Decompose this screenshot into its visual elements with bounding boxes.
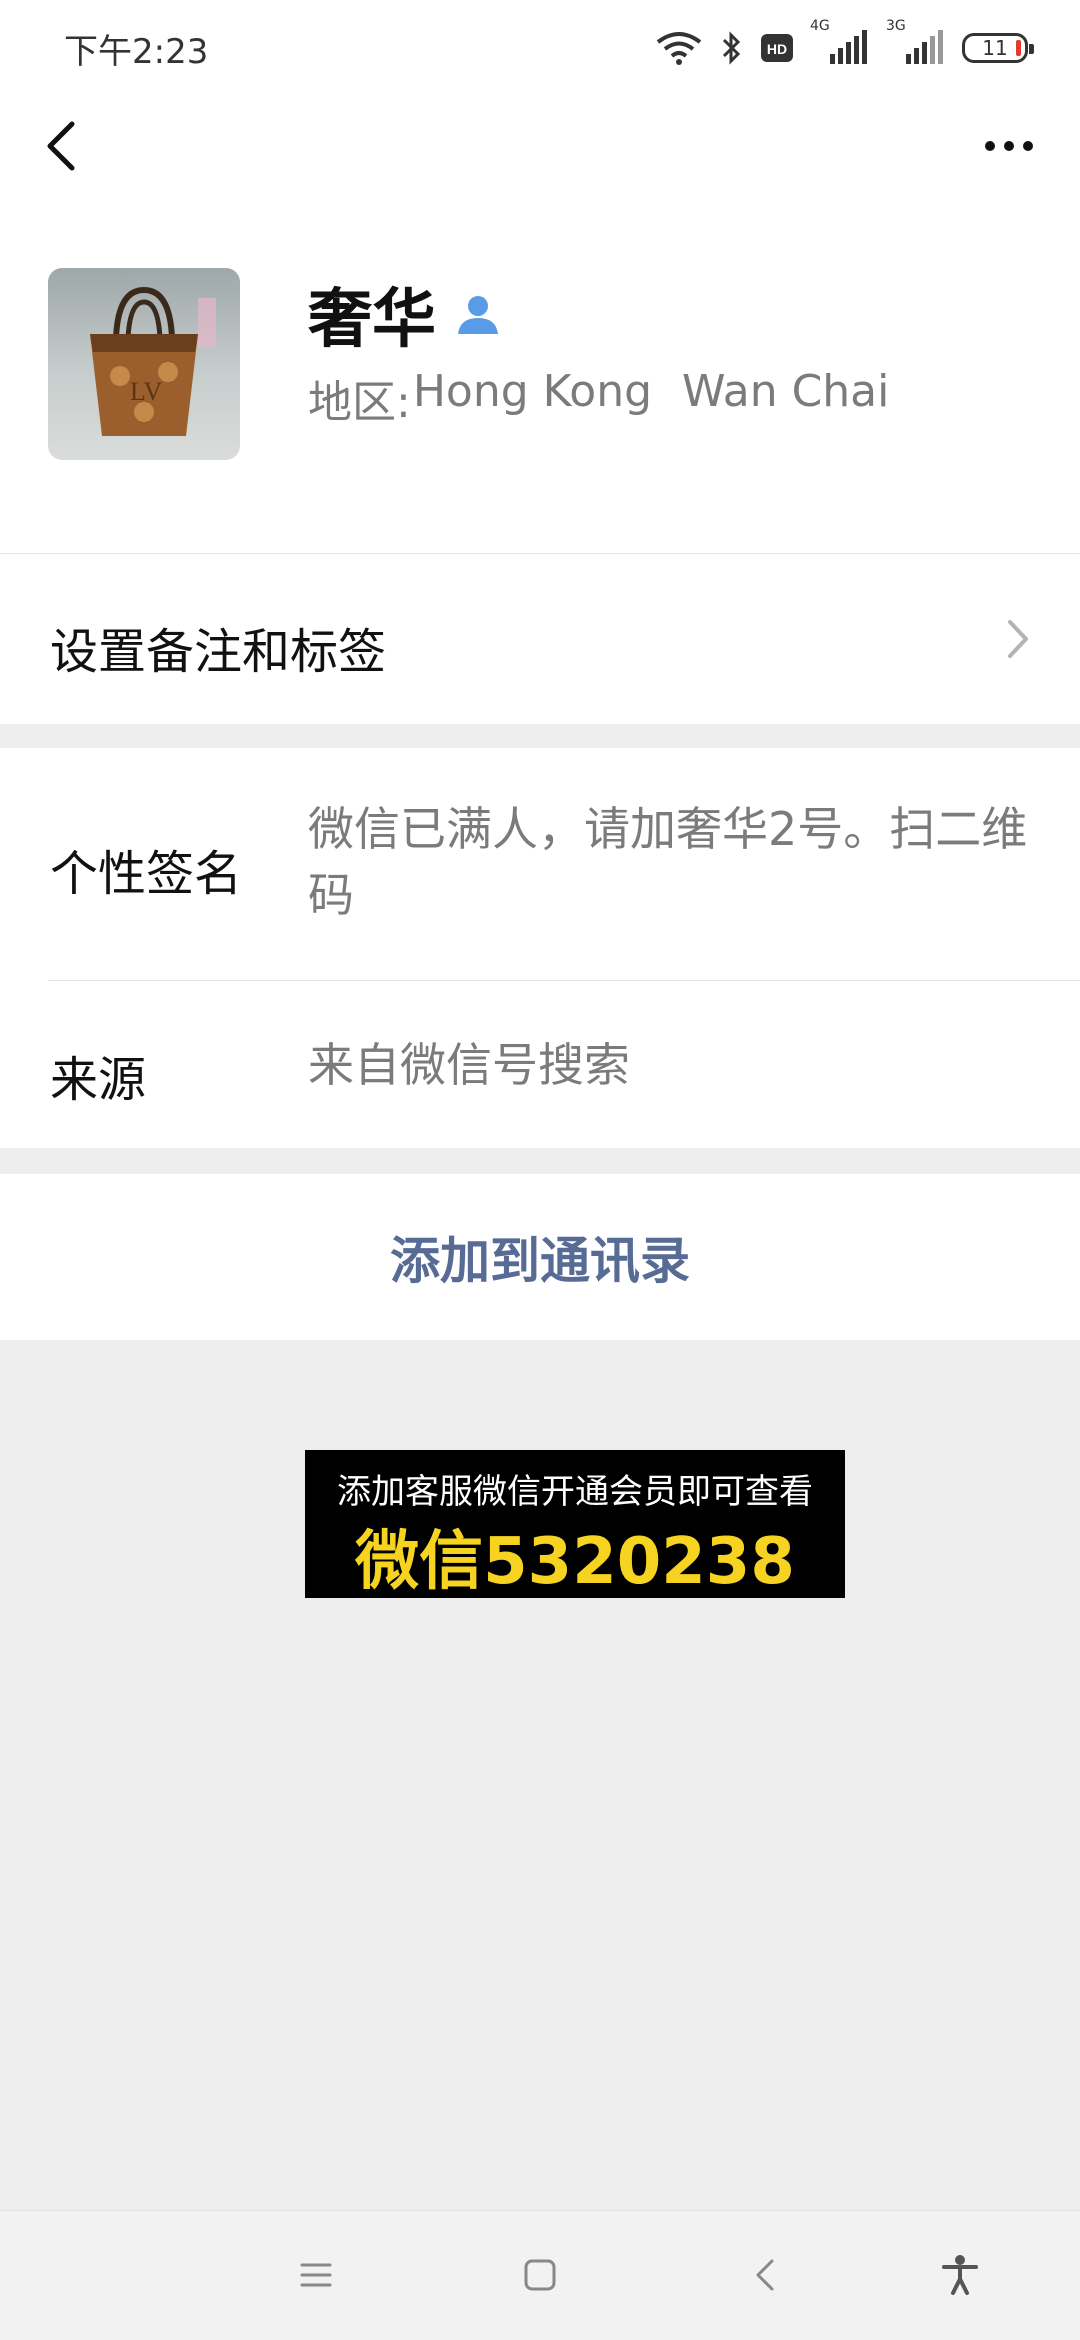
set-remark-cell[interactable]: 设置备注和标签 xyxy=(0,554,1080,724)
recent-apps-button[interactable] xyxy=(286,2245,346,2305)
back-button[interactable] xyxy=(36,114,96,178)
contact-profile-screen: 下午2:23 HD 4G 3G 11 LV 奢华 地区: Hong Kong W… xyxy=(0,0,1080,2340)
chevron-left-icon xyxy=(47,121,75,171)
home-button[interactable] xyxy=(510,2245,570,2305)
banner-line-1: 添加客服微信开通会员即可查看 xyxy=(337,1472,813,1512)
wifi-icon xyxy=(656,32,702,65)
name-row: 奢华 xyxy=(308,268,502,360)
info-group: 个性签名 微信已满人，请加奢华2号。扫二维码 来源 来自微信号搜索 xyxy=(0,748,1080,1148)
accessibility-icon xyxy=(942,2255,978,2295)
region-label: 地区: xyxy=(308,377,411,428)
banner-line-2: 微信5320238 xyxy=(355,1525,795,1599)
network-type-2: 3G xyxy=(886,18,906,34)
set-remark-label: 设置备注和标签 xyxy=(50,624,387,680)
nav-bar xyxy=(0,96,1080,196)
handbag-image: LV xyxy=(90,286,216,436)
hd-icon: HD xyxy=(761,34,793,62)
network-type-1: 4G xyxy=(810,18,830,34)
signal-icon-2: 3G xyxy=(886,18,946,68)
add-to-contacts-button[interactable]: 添加到通讯录 xyxy=(390,1221,690,1293)
signature-row: 个性签名 微信已满人，请加奢华2号。扫二维码 xyxy=(0,748,1080,980)
region-value-1: Hong Kong xyxy=(412,366,653,417)
signal-icon: 4G xyxy=(810,18,870,68)
chevron-right-icon xyxy=(1008,620,1028,658)
back-arrow-icon xyxy=(756,2259,774,2291)
signature-label: 个性签名 xyxy=(50,846,243,902)
status-icons: HD 4G 3G 11 xyxy=(654,18,1034,68)
add-to-contacts-cell[interactable]: 添加到通讯录 xyxy=(0,1174,1080,1340)
svg-text:HD: HD xyxy=(767,41,787,57)
svg-text:LV: LV xyxy=(130,377,162,406)
battery-icon: 11 xyxy=(962,33,1034,63)
status-bar: 下午2:23 HD 4G 3G 11 xyxy=(0,0,1080,96)
source-value: 来自微信号搜索 xyxy=(308,1038,630,1092)
more-dot xyxy=(1004,141,1014,151)
source-label: 来源 xyxy=(50,1052,147,1108)
region-row: 地区: Hong Kong Wan Chai xyxy=(308,366,889,430)
contact-person-icon xyxy=(458,296,498,334)
system-navigation-bar xyxy=(0,2210,1080,2340)
avatar[interactable]: LV xyxy=(48,268,240,460)
more-button[interactable] xyxy=(974,118,1044,174)
more-dot xyxy=(985,141,995,151)
bluetooth-icon xyxy=(722,31,741,65)
promo-banner: 添加客服微信开通会员即可查看 微信5320238 xyxy=(305,1450,845,1599)
battery-level: 11 xyxy=(982,36,1008,60)
menu-icon xyxy=(300,2263,332,2287)
profile-header: LV 奢华 地区: Hong Kong Wan Chai xyxy=(0,196,1080,554)
contact-name: 奢华 xyxy=(308,283,436,357)
signature-value: 微信已满人，请加奢华2号。扫二维码 xyxy=(308,802,1028,922)
accessibility-button[interactable] xyxy=(930,2245,990,2305)
status-time: 下午2:23 xyxy=(64,32,209,72)
home-square-icon xyxy=(524,2259,556,2291)
region-value-2: Wan Chai xyxy=(682,366,890,417)
source-row: 来源 来自微信号搜索 xyxy=(0,980,1080,1148)
system-back-button[interactable] xyxy=(736,2245,796,2305)
more-dot xyxy=(1023,141,1033,151)
